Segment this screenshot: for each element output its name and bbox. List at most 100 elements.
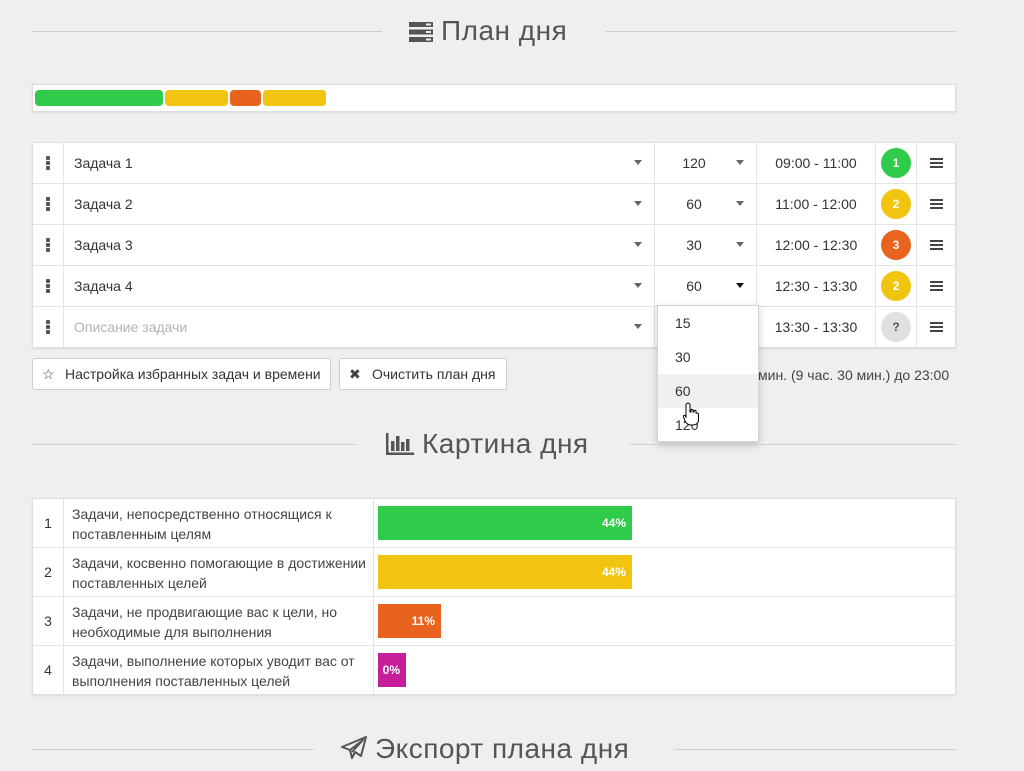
- drag-handle[interactable]: [33, 266, 64, 306]
- day-picture-table: 1 Задачи, непосредственно относящися к п…: [32, 498, 956, 695]
- chevron-down-icon: [736, 201, 744, 206]
- drag-dots-icon: [46, 156, 50, 170]
- plan-section-title-wrap: План дня: [409, 11, 567, 51]
- page-title: План дня: [441, 15, 568, 46]
- favorites-settings-button[interactable]: ☆ Настройка избранных задач и времени: [32, 358, 331, 390]
- export-section-header: Экспорт плана дня: [32, 729, 956, 769]
- row-number: 4: [33, 646, 64, 694]
- row-menu-button[interactable]: [917, 307, 955, 347]
- plan-row: Задача 1 120 09:00 - 11:00 1: [33, 143, 955, 184]
- menu-icon: [930, 322, 943, 333]
- priority-badge-cell: 1: [876, 143, 917, 183]
- row-menu-button[interactable]: [917, 143, 955, 183]
- bar-chart-icon: [386, 426, 414, 466]
- row-menu-button[interactable]: [917, 184, 955, 224]
- divider-right: [630, 444, 956, 445]
- dropdown-option[interactable]: 60: [658, 374, 758, 408]
- row-menu-button[interactable]: [917, 266, 955, 306]
- row-menu-button[interactable]: [917, 225, 955, 265]
- picture-section-header: Картина дня: [32, 424, 956, 464]
- task-select[interactable]: Задача 1: [64, 143, 655, 183]
- duration-select-open[interactable]: 60: [656, 266, 757, 306]
- plan-row: Задача 4 60 12:30 - 13:30 2: [33, 266, 955, 307]
- drag-dots-icon: [46, 238, 50, 252]
- row-number: 3: [33, 597, 64, 645]
- duration-select[interactable]: 30: [656, 225, 757, 265]
- drag-handle[interactable]: [33, 307, 64, 347]
- drag-dots-icon: [46, 197, 50, 211]
- divider-left: [32, 444, 357, 445]
- divider-right: [674, 749, 956, 750]
- plan-row: Задача 2 60 11:00 - 12:00 2: [33, 184, 955, 225]
- row-number: 1: [33, 499, 64, 547]
- bar-cell: 44%: [373, 499, 956, 547]
- category-description: Задачи, косвенно помогающие в достижении…: [72, 555, 366, 591]
- task-select[interactable]: Задача 3: [64, 225, 655, 265]
- bar-cell: 44%: [373, 548, 956, 596]
- priority-badge[interactable]: 2: [881, 271, 911, 301]
- section-title: Картина дня: [422, 428, 589, 459]
- table-row: 1 Задачи, непосредственно относящися к п…: [33, 499, 955, 548]
- priority-badge-cell: 2: [876, 184, 917, 224]
- percent-bar: 0%: [378, 653, 406, 687]
- progress-segment: [165, 90, 228, 106]
- percent-bar: 44%: [378, 555, 632, 589]
- star-icon: ☆: [42, 366, 55, 382]
- chevron-down-icon: [736, 160, 744, 165]
- table-row: 3 Задачи, не продвигающие вас к цели, но…: [33, 597, 955, 646]
- time-range: 09:00 - 11:00: [757, 143, 876, 183]
- task-select[interactable]: Задача 2: [64, 184, 655, 224]
- priority-badge[interactable]: ?: [881, 312, 911, 342]
- drag-dots-icon: [46, 279, 50, 293]
- remaining-time-text: мин. (9 час. 30 мин.) до 23:00: [758, 367, 950, 383]
- bar-cell: 11%: [373, 597, 956, 645]
- duration-dropdown-menu: 15 30 60 120: [657, 305, 759, 442]
- duration-select[interactable]: 60: [656, 184, 757, 224]
- drag-handle[interactable]: [33, 225, 64, 265]
- duration-select[interactable]: 120: [656, 143, 757, 183]
- plan-row: Задача 3 30 12:00 - 12:30 3: [33, 225, 955, 266]
- close-icon: ✖: [349, 366, 361, 382]
- plan-section-header: План дня: [32, 11, 956, 51]
- drag-handle[interactable]: [33, 184, 64, 224]
- divider-left: [32, 31, 382, 32]
- chevron-down-icon: [634, 283, 642, 288]
- progress-segment: [230, 90, 261, 106]
- menu-icon: [930, 158, 943, 169]
- priority-badge[interactable]: 1: [881, 148, 911, 178]
- table-row: 4 Задачи, выполнение которых уводит вас …: [33, 646, 955, 694]
- time-range: 12:00 - 12:30: [757, 225, 876, 265]
- new-plan-row: Описание задачи 13:30 - 13:30 ?: [33, 307, 955, 347]
- divider-right: [606, 31, 956, 32]
- time-range: 11:00 - 12:00: [757, 184, 876, 224]
- section-title: Экспорт плана дня: [375, 733, 630, 764]
- percent-bar: 44%: [378, 506, 632, 540]
- progress-segment: [35, 90, 163, 106]
- export-section-title-wrap: Экспорт плана дня: [341, 729, 629, 769]
- plan-table: Задача 1 120 09:00 - 11:00 1 Задача 2 60…: [32, 142, 956, 348]
- category-description: Задачи, непосредственно относящися к пос…: [72, 506, 332, 542]
- dropdown-option[interactable]: 30: [658, 340, 758, 374]
- task-select[interactable]: Задача 4: [64, 266, 655, 306]
- task-description-input[interactable]: Описание задачи: [64, 307, 655, 347]
- priority-badge[interactable]: 2: [881, 189, 911, 219]
- drag-dots-icon: [46, 320, 50, 334]
- chevron-down-icon: [634, 324, 642, 329]
- drag-handle[interactable]: [33, 143, 64, 183]
- menu-icon: [930, 281, 943, 292]
- divider-left: [32, 749, 314, 750]
- chevron-down-icon: [634, 201, 642, 206]
- menu-icon: [930, 199, 943, 210]
- percent-bar: 11%: [378, 604, 441, 638]
- picture-section-title-wrap: Картина дня: [386, 424, 589, 464]
- priority-badge[interactable]: 3: [881, 230, 911, 260]
- server-icon: [409, 13, 433, 53]
- category-description: Задачи, выполнение которых уводит вас от…: [72, 653, 355, 689]
- progress-segment: [263, 90, 326, 106]
- category-description: Задачи, не продвигающие вас к цели, но н…: [72, 604, 338, 640]
- clear-plan-button[interactable]: ✖ Очистить план дня: [339, 358, 507, 390]
- priority-badge-cell: ?: [876, 307, 917, 347]
- dropdown-option[interactable]: 15: [658, 306, 758, 340]
- time-range: 13:30 - 13:30: [757, 307, 876, 347]
- chevron-down-icon: [736, 283, 744, 288]
